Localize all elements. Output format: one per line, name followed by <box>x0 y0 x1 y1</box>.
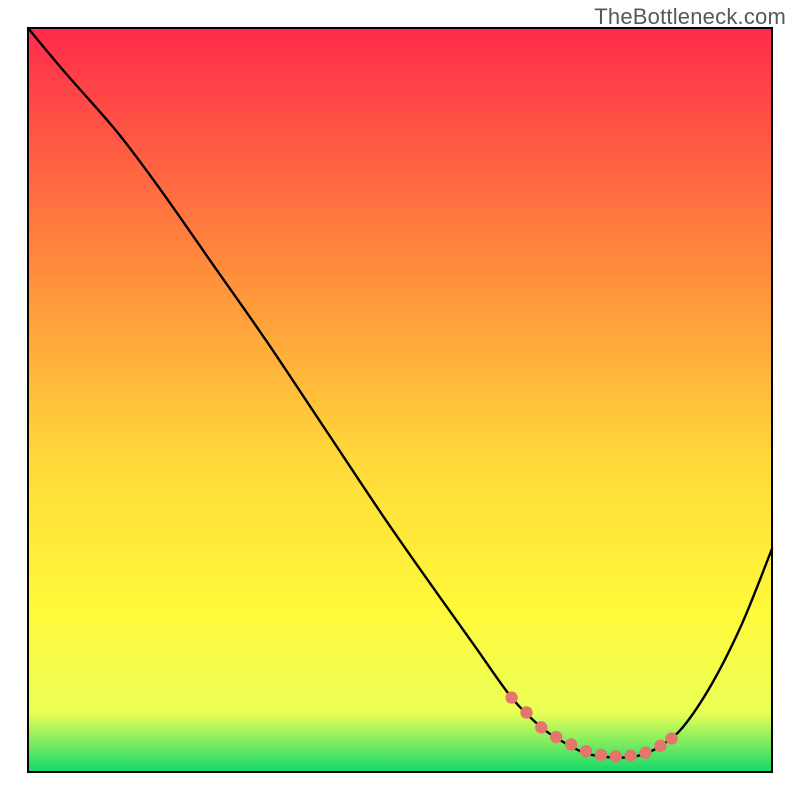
marker-dot <box>535 721 547 733</box>
marker-dot <box>654 740 666 752</box>
watermark-text: TheBottleneck.com <box>594 4 786 30</box>
marker-dot <box>505 691 517 703</box>
plot-area <box>28 28 772 772</box>
marker-dot <box>624 749 636 761</box>
marker-dot <box>520 706 532 718</box>
gradient-background <box>28 28 772 772</box>
marker-dot <box>565 738 577 750</box>
chart-svg <box>0 0 800 800</box>
bottleneck-chart: TheBottleneck.com <box>0 0 800 800</box>
marker-dot <box>595 749 607 761</box>
marker-dot <box>639 746 651 758</box>
marker-dot <box>550 731 562 743</box>
marker-dot <box>580 745 592 757</box>
marker-dot <box>610 750 622 762</box>
marker-dot <box>665 732 677 744</box>
